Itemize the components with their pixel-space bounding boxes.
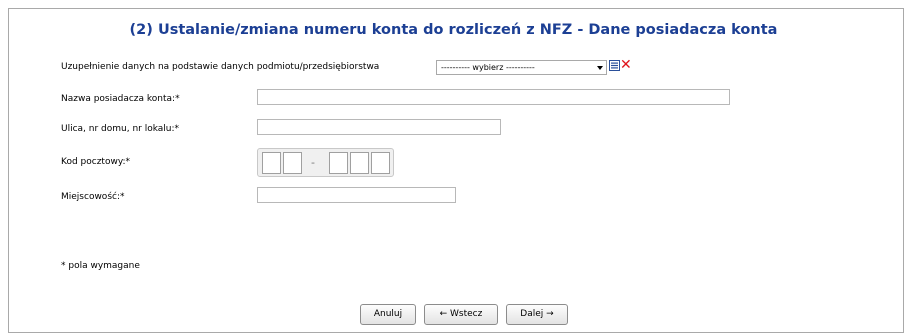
city-label: Miejscowość:*: [61, 192, 125, 202]
owner-name-input[interactable]: [257, 89, 730, 105]
prefill-select[interactable]: ---------- wybierz ----------: [436, 60, 607, 75]
postal-digit-5[interactable]: [371, 152, 390, 174]
postal-code-label: Kod pocztowy:*: [61, 157, 131, 167]
street-input[interactable]: [257, 119, 501, 135]
postal-digit-1[interactable]: [262, 152, 281, 174]
owner-name-label: Nazwa posiadacza konta:*: [61, 94, 180, 104]
back-button[interactable]: ← Wstecz: [424, 304, 498, 325]
postal-digit-4[interactable]: [350, 152, 369, 174]
clear-icon[interactable]: ✕: [620, 58, 632, 72]
street-label: Ulica, nr domu, nr lokalu:*: [61, 124, 180, 134]
list-icon[interactable]: [609, 60, 620, 71]
cancel-button[interactable]: Anuluj: [360, 304, 416, 325]
prefill-select-value: ---------- wybierz ----------: [441, 63, 535, 72]
postal-code-input: -: [257, 148, 394, 177]
page-title: (2) Ustalanie/zmiana numeru konta do roz…: [129, 22, 778, 38]
prefill-label: Uzupełnienie danych na podstawie danych …: [61, 62, 380, 72]
city-input[interactable]: [257, 187, 456, 203]
required-fields-note: * pola wymagane: [61, 261, 140, 271]
postal-digit-2[interactable]: [283, 152, 302, 174]
postal-digit-3[interactable]: [329, 152, 348, 174]
next-button[interactable]: Dalej →: [506, 304, 568, 325]
chevron-down-icon: [597, 66, 603, 70]
postal-separator: -: [311, 156, 315, 169]
form-panel: [8, 8, 904, 333]
